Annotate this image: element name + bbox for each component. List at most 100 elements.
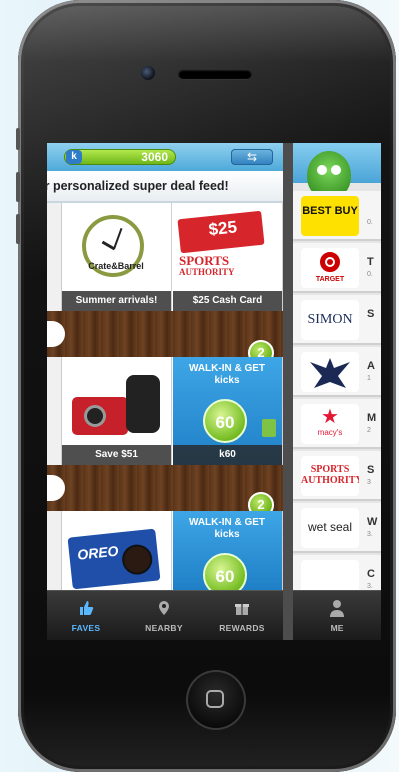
walkin-headline: WALK-IN & GET kicks [177, 517, 277, 541]
walkin-headline-text: WALK-IN & GET [188, 517, 266, 528]
store-row-target[interactable]: TARGET T 0. [293, 243, 381, 293]
store-name: BEST BUY [302, 205, 358, 217]
front-camera [141, 66, 155, 80]
screen: k 3060 ⇆ ur personalized super deal feed… [47, 143, 381, 640]
store-row-simon[interactable]: SIMON S [293, 295, 381, 345]
kicks-count: 3060 [141, 150, 168, 164]
store-distance: 0. [367, 271, 373, 278]
deal-tile-sports-authority[interactable]: $25 SPORTS AUTHORITY $25 Cash Card [173, 203, 283, 311]
eagle-logo-icon [301, 352, 359, 392]
deal-caption: Save $51 [62, 445, 171, 465]
store-title: C [367, 568, 375, 580]
brand-sports-authority-line2: AUTHORITY [179, 267, 235, 277]
deal-tile-oreo[interactable]: OREO [62, 511, 172, 591]
target-logo: TARGET [301, 248, 359, 288]
walking-person-icon [262, 419, 276, 437]
earpiece-speaker [178, 69, 252, 79]
store-name: SIMON [307, 312, 353, 327]
walkin-sub-text: kicks [214, 529, 240, 540]
mascot-eye [331, 165, 341, 175]
tab-label: NEARBY [145, 623, 183, 633]
deal-caption: Summer arrivals! [62, 291, 171, 311]
store-title: W [367, 516, 378, 528]
oreo-package-image: OREO [67, 528, 161, 590]
store-name: TARGET [315, 276, 345, 283]
stores-panel: BEST BUY 0. TARGET T 0. SIMON S A 1 ★ ma… [293, 143, 381, 640]
tab-label: REWARDS [219, 623, 265, 633]
store-distance: 3. [367, 583, 373, 590]
store-name: SPORTS AUTHORITY [301, 464, 359, 486]
store-row-macys[interactable]: ★ macy's M 2 [293, 399, 381, 449]
store-title: S [367, 464, 375, 476]
store-distance: 1 [367, 375, 371, 382]
sports-authority-logo: SPORTS AUTHORITY [301, 456, 359, 496]
thumbs-up-icon [78, 600, 94, 616]
store-row-wet-seal[interactable]: wet seal W 3. [293, 503, 381, 553]
top-bar: k 3060 ⇆ [47, 143, 283, 171]
feed-banner: ur personalized super deal feed! [47, 171, 283, 203]
deal-tile-camera[interactable]: Save $51 [62, 357, 172, 465]
store-distance: 3 [367, 479, 371, 486]
store-title: S [367, 308, 375, 320]
tab-nearby[interactable]: NEARBY [125, 591, 203, 640]
volume-down-button [16, 214, 20, 244]
edge-tile [47, 203, 62, 311]
tab-rewards[interactable]: REWARDS [203, 591, 281, 640]
camera-lens-icon [84, 405, 106, 427]
deal-row: Crate&Barrel Summer arrivals! $25 SPORTS… [47, 203, 283, 311]
target-dot [327, 259, 333, 265]
deal-caption: k60 [173, 445, 282, 465]
kicks-amount: 60 [203, 399, 247, 443]
tab-label: ME [330, 623, 344, 633]
store-distance: 0. [367, 219, 373, 226]
kicks-balance[interactable]: k 3060 [64, 149, 176, 165]
mascot-eye [317, 165, 327, 175]
store-distance: 2 [367, 427, 371, 434]
deal-tile-walkin[interactable]: WALK-IN & GET kicks 60 k60 [173, 357, 283, 465]
walkin-headline: WALK-IN & GET kicks [177, 363, 277, 387]
map-pin-icon [156, 600, 172, 616]
walkin-sub-text: kicks [214, 375, 240, 386]
brand-crate-barrel: Crate&Barrel [88, 261, 144, 271]
tab-label: FAVES [71, 623, 101, 633]
target-bullseye-icon [320, 252, 340, 272]
deal-tile-walkin[interactable]: WALK-IN & GET kicks 60 [173, 511, 283, 591]
oreo-brand: OREO [76, 542, 120, 563]
card-value: $25 [207, 217, 238, 240]
home-button[interactable] [186, 670, 246, 730]
kicks-logo-icon: k [66, 150, 82, 164]
person-icon [329, 599, 345, 617]
store-title: A [367, 360, 375, 372]
simon-logo: SIMON [301, 300, 359, 340]
store-row-american-eagle[interactable]: A 1 [293, 347, 381, 397]
share-icon: ⇆ [246, 150, 258, 164]
deal-row: Save $51 WALK-IN & GET kicks 60 k60 [47, 357, 283, 465]
wood-notch [47, 475, 65, 501]
macys-star-icon: ★ [321, 406, 339, 428]
store-row-best-buy[interactable]: BEST BUY 0. [293, 191, 381, 241]
gift-icon [234, 600, 250, 616]
clock-hand-minute [113, 227, 123, 250]
tab-me[interactable]: ME [293, 590, 381, 640]
tab-faves[interactable]: FAVES [47, 591, 125, 640]
mute-switch [16, 128, 20, 150]
deal-tile-crate-barrel[interactable]: Crate&Barrel Summer arrivals! [62, 203, 172, 311]
store-row-sports-authority[interactable]: SPORTS AUTHORITY S 3 [293, 451, 381, 501]
wet-seal-logo: wet seal [301, 508, 359, 548]
camera-case-image [126, 375, 160, 433]
cookie-icon [120, 543, 154, 577]
banner-text: ur personalized super deal feed! [47, 179, 229, 193]
deal-caption: $25 Cash Card [173, 291, 282, 311]
wood-notch [47, 321, 65, 347]
macys-logo: ★ macy's [301, 404, 359, 444]
feed-panel: k 3060 ⇆ ur personalized super deal feed… [47, 143, 283, 640]
volume-up-button [16, 172, 20, 202]
tab-bar: FAVES NEARBY REWARDS [47, 590, 283, 640]
cash-card-image: $25 [177, 210, 265, 254]
share-button[interactable]: ⇆ [231, 149, 273, 165]
store-distance: 3. [367, 531, 373, 538]
deal-row: OREO WALK-IN & GET kicks 60 [47, 511, 283, 591]
home-square-icon [206, 690, 224, 708]
kicks-amount: 60 [203, 553, 247, 591]
store-name: macy's [317, 428, 343, 437]
